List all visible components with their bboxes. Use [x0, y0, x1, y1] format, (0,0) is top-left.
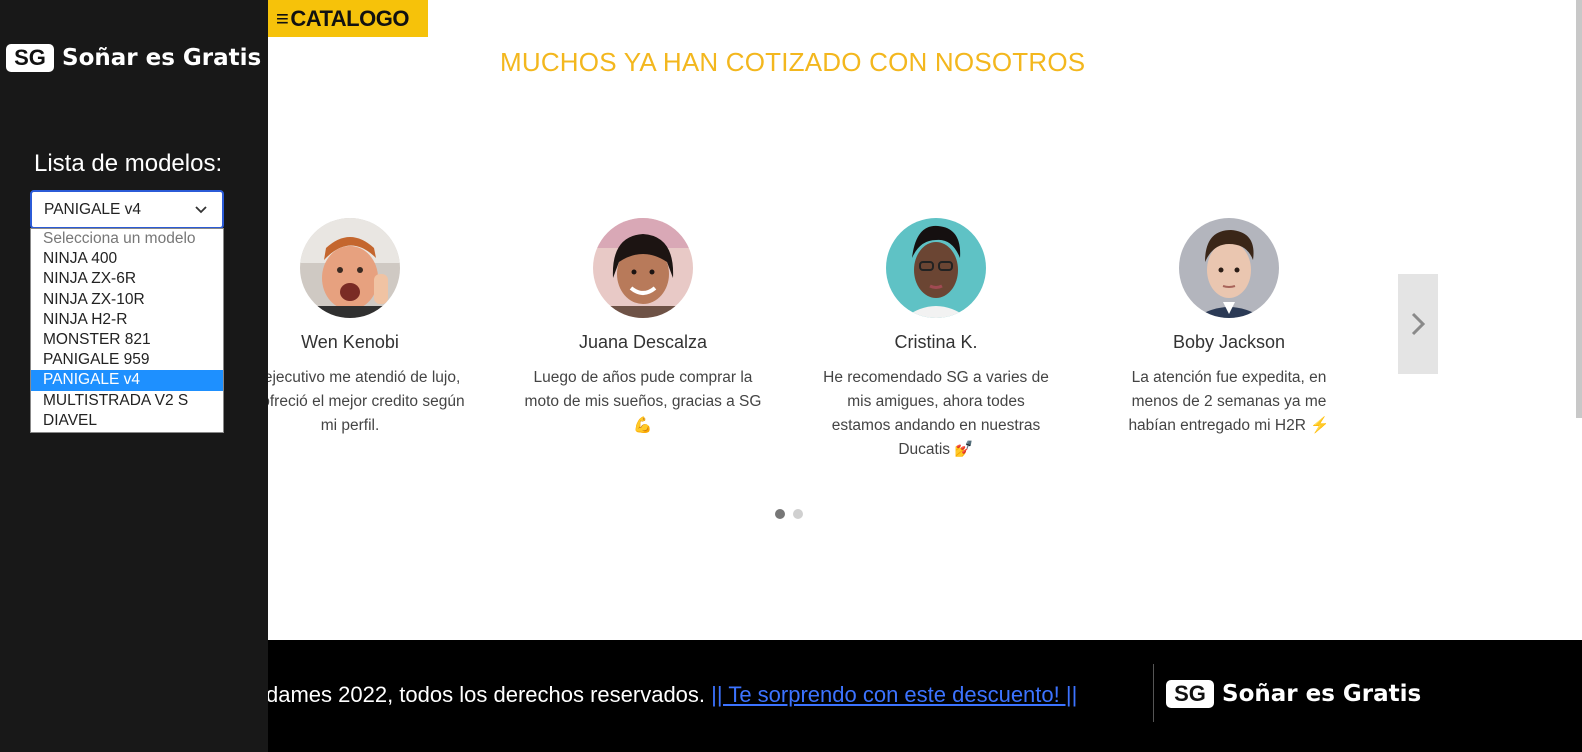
- testimonial-name: Boby Jackson: [1172, 332, 1286, 352]
- testimonial-name: Cristina K.: [894, 332, 978, 352]
- logo-badge: SG: [6, 44, 54, 72]
- avatar: [300, 218, 400, 318]
- model-option[interactable]: Selecciona un modelo: [31, 229, 223, 249]
- model-list-label: Lista de modelos:: [34, 150, 223, 177]
- chevron-down-icon: [195, 206, 207, 214]
- model-option[interactable]: PANIGALE 959: [31, 350, 223, 370]
- testimonial-text: He recomendado SG a varies de mis amigue…: [823, 369, 1049, 458]
- model-option[interactable]: NINJA H2-R: [31, 310, 223, 330]
- section-title: MUCHOS YA HAN COTIZADO CON NOSOTROS: [500, 47, 1086, 77]
- carousel-next-button[interactable]: [1398, 274, 1438, 374]
- logo-text: Soñar es Gratis: [62, 45, 262, 71]
- model-option[interactable]: DIAVEL: [31, 411, 223, 431]
- testimonial-text: Luego de años pude comprar la moto de mi…: [524, 369, 762, 434]
- catalog-button[interactable]: ≡ CATALOGO: [266, 0, 428, 37]
- model-option[interactable]: NINJA ZX-10R: [31, 290, 223, 310]
- model-option[interactable]: NINJA ZX-6R: [31, 269, 223, 289]
- carousel-dots: [775, 509, 803, 519]
- sidebar-logo[interactable]: SG Soñar es Gratis: [6, 44, 261, 72]
- scrollbar[interactable]: [1576, 0, 1582, 418]
- page: ≡ CATALOGO MUCHOS YA HAN COTIZADO CON NO…: [0, 0, 1582, 752]
- model-option-selected[interactable]: PANIGALE v4: [31, 370, 223, 391]
- model-select[interactable]: PANIGALE v4: [30, 190, 224, 229]
- footer-logo[interactable]: SG Soñar es Gratis: [1166, 680, 1421, 708]
- model-option[interactable]: MONSTER 821: [31, 330, 223, 350]
- carousel-dot[interactable]: [793, 509, 803, 519]
- logo-text: Soñar es Gratis: [1222, 681, 1422, 707]
- avatar: [593, 218, 693, 318]
- model-option[interactable]: NINJA 400: [31, 249, 223, 269]
- footer-divider: [1153, 664, 1154, 722]
- footer: dames 2022, todos los derechos reservado…: [266, 640, 1582, 752]
- avatar: [1179, 218, 1279, 318]
- model-options-list: Selecciona un modelo NINJA 400 NINJA ZX-…: [30, 228, 224, 433]
- chevron-right-icon: [1411, 312, 1426, 336]
- testimonial-card: Boby Jackson La atención fue expedita, e…: [1109, 218, 1349, 438]
- model-option[interactable]: MULTISTRADA V2 S: [31, 391, 223, 411]
- carousel-dot[interactable]: [775, 509, 785, 519]
- testimonial-card: Juana Descalza Luego de años pude compra…: [523, 218, 763, 438]
- testimonial-name: Juana Descalza: [578, 332, 708, 352]
- logo-badge: SG: [1166, 680, 1214, 708]
- copyright-text: dames 2022, todos los derechos reservado…: [266, 682, 706, 707]
- testimonial-text: La atención fue expedita, en menos de 2 …: [1128, 369, 1330, 434]
- sidebar: SG Soñar es Gratis Lista de modelos: PAN…: [0, 0, 268, 752]
- footer-text: dames 2022, todos los derechos reservado…: [266, 682, 1077, 708]
- promo-link[interactable]: || Te sorprendo con este descuento! ||: [711, 682, 1077, 707]
- model-select-value: PANIGALE v4: [44, 200, 142, 218]
- avatar: [886, 218, 986, 318]
- catalog-label: CATALOGO: [290, 5, 409, 31]
- hamburger-icon: ≡: [276, 5, 289, 31]
- testimonial-card: Cristina K. He recomendado SG a varies d…: [816, 218, 1056, 462]
